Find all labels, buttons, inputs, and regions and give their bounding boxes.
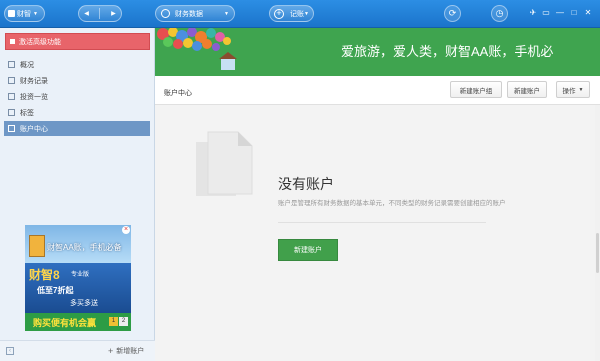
bird-icon[interactable]: ✈ (528, 8, 538, 18)
app-logo-icon (8, 10, 15, 17)
sidebar-item-investments[interactable]: 投资一览 (4, 89, 150, 104)
operations-label: 操作 (562, 87, 576, 95)
empty-state-divider (278, 222, 486, 223)
clock-icon: ◷ (495, 8, 504, 18)
chevron-down-icon: ▼ (224, 10, 229, 17)
create-account-label: 新建账户 (294, 247, 322, 254)
chevron-left-icon[interactable]: ◀ (84, 10, 89, 17)
sidebar-item-records[interactable]: 财务记录 (4, 73, 150, 88)
ledger-dropdown[interactable]: 财务数据 ▼ (155, 5, 235, 22)
ad-pagination: 1 2 (109, 317, 128, 326)
new-account-group-button[interactable]: 新建账户组 (450, 81, 502, 98)
empty-state-title: 没有账户 (278, 176, 334, 192)
app-menu-label: 财智 (17, 10, 31, 18)
sidebar-item-account-center[interactable]: 账户中心 (4, 121, 150, 136)
new-account-label: 新建账户 (514, 87, 540, 95)
sidebar-item-label: 概况 (20, 61, 34, 69)
ad-banner[interactable]: 财智AA账，手机必备 × 财智8 专业版 低至7折起 多买多送 购买便有机会赢 … (25, 225, 131, 331)
title-bar: 财智 ▼ ◀ ▶ 财务数据 ▼ + 记账 ▼ ⟳ ◷ ✈ ▭ — □ ✕ (0, 0, 600, 28)
ad-promo-text: 多买多送 (70, 300, 98, 307)
ad-brand: 财智8 (29, 268, 60, 282)
ad-banner-bottom: 购买便有机会赢 1 2 (25, 313, 131, 331)
ledger-icon (161, 9, 170, 18)
banner-text: 爱旅游，爱人类，财智AA账，手机必 (341, 44, 554, 59)
ad-page-1[interactable]: 1 (109, 317, 118, 326)
ledger-dropdown-label: 财务数据 (175, 10, 203, 18)
collapse-icon[interactable]: ‹ (6, 347, 14, 355)
add-icon: + (274, 8, 284, 19)
tag-icon (8, 109, 15, 116)
record-dropdown[interactable]: + 记账 ▼ (269, 5, 314, 22)
app-menu-button[interactable]: 财智 ▼ (4, 5, 45, 22)
sidebar: 激活高级功能 概况 财务记录 投资一览 标签 账户中心 财智AA账，手机必备 ×… (0, 28, 155, 361)
chevron-down-icon: ▼ (304, 10, 309, 17)
records-icon (8, 77, 15, 84)
activate-premium-label: 激活高级功能 (19, 38, 61, 46)
sidebar-footer: ‹ + 新增账户 (0, 340, 155, 361)
ad-house-image (29, 235, 45, 257)
chevron-right-icon[interactable]: ▶ (111, 10, 116, 17)
chevron-down-icon: ▼ (33, 10, 38, 17)
nav-separator (99, 8, 101, 19)
balloons-image (157, 28, 237, 70)
skin-icon[interactable]: ▭ (541, 8, 551, 18)
empty-state-description: 账户是管理所有财务数据的基本单元，不同类型的财务记录需要创建相应的账户 (278, 200, 506, 207)
empty-document-icon (196, 131, 253, 196)
plus-icon: + (108, 346, 114, 356)
ad-discount-text: 低至7折起 (37, 286, 74, 295)
overview-icon (8, 61, 15, 68)
premium-icon (10, 39, 15, 44)
sidebar-item-label: 标签 (20, 109, 34, 117)
clock-button[interactable]: ◷ (491, 5, 508, 22)
close-icon[interactable]: ✕ (583, 8, 593, 18)
record-dropdown-label: 记账 (290, 10, 304, 18)
ad-page-2[interactable]: 2 (119, 317, 128, 326)
activate-premium-button[interactable]: 激活高级功能 (5, 33, 150, 50)
promo-banner[interactable]: 爱旅游，爱人类，财智AA账，手机必 (155, 28, 600, 76)
scrollbar-thumb[interactable] (596, 233, 599, 273)
ad-slogan: 财智AA账，手机必备 (47, 243, 122, 252)
invest-icon (8, 93, 15, 100)
maximize-icon[interactable]: □ (569, 8, 579, 18)
sync-button[interactable]: ⟳ (444, 5, 461, 22)
ad-cta-text: 购买便有机会赢 (33, 318, 97, 328)
account-icon (8, 125, 15, 132)
ad-banner-middle: 财智8 专业版 低至7折起 多买多送 (25, 263, 131, 313)
sync-icon: ⟳ (448, 8, 457, 18)
sidebar-item-tags[interactable]: 标签 (4, 105, 150, 120)
close-icon[interactable]: × (122, 226, 130, 234)
nav-button-group: ◀ ▶ (78, 5, 122, 22)
ad-brand-sub: 专业版 (71, 272, 90, 278)
minimize-icon[interactable]: — (555, 8, 565, 18)
page-title: 账户中心 (164, 90, 192, 97)
sidebar-item-label: 账户中心 (20, 125, 48, 133)
operations-dropdown[interactable]: 操作 ▼ (556, 81, 590, 98)
new-account-group-label: 新建账户组 (459, 87, 493, 95)
add-account-label: 新增账户 (116, 348, 145, 355)
create-account-button[interactable]: 新建账户 (278, 239, 338, 261)
sidebar-item-overview[interactable]: 概况 (4, 57, 150, 72)
main-content: 爱旅游，爱人类，财智AA账，手机必 账户中心 新建账户组 新建账户 操作 ▼ 没… (155, 28, 600, 361)
new-account-button[interactable]: 新建账户 (507, 81, 547, 98)
sidebar-item-label: 财务记录 (20, 77, 48, 85)
add-account-button[interactable]: + 新增账户 (108, 346, 144, 356)
chevron-down-icon: ▼ (578, 86, 584, 93)
sidebar-item-label: 投资一览 (20, 93, 48, 101)
